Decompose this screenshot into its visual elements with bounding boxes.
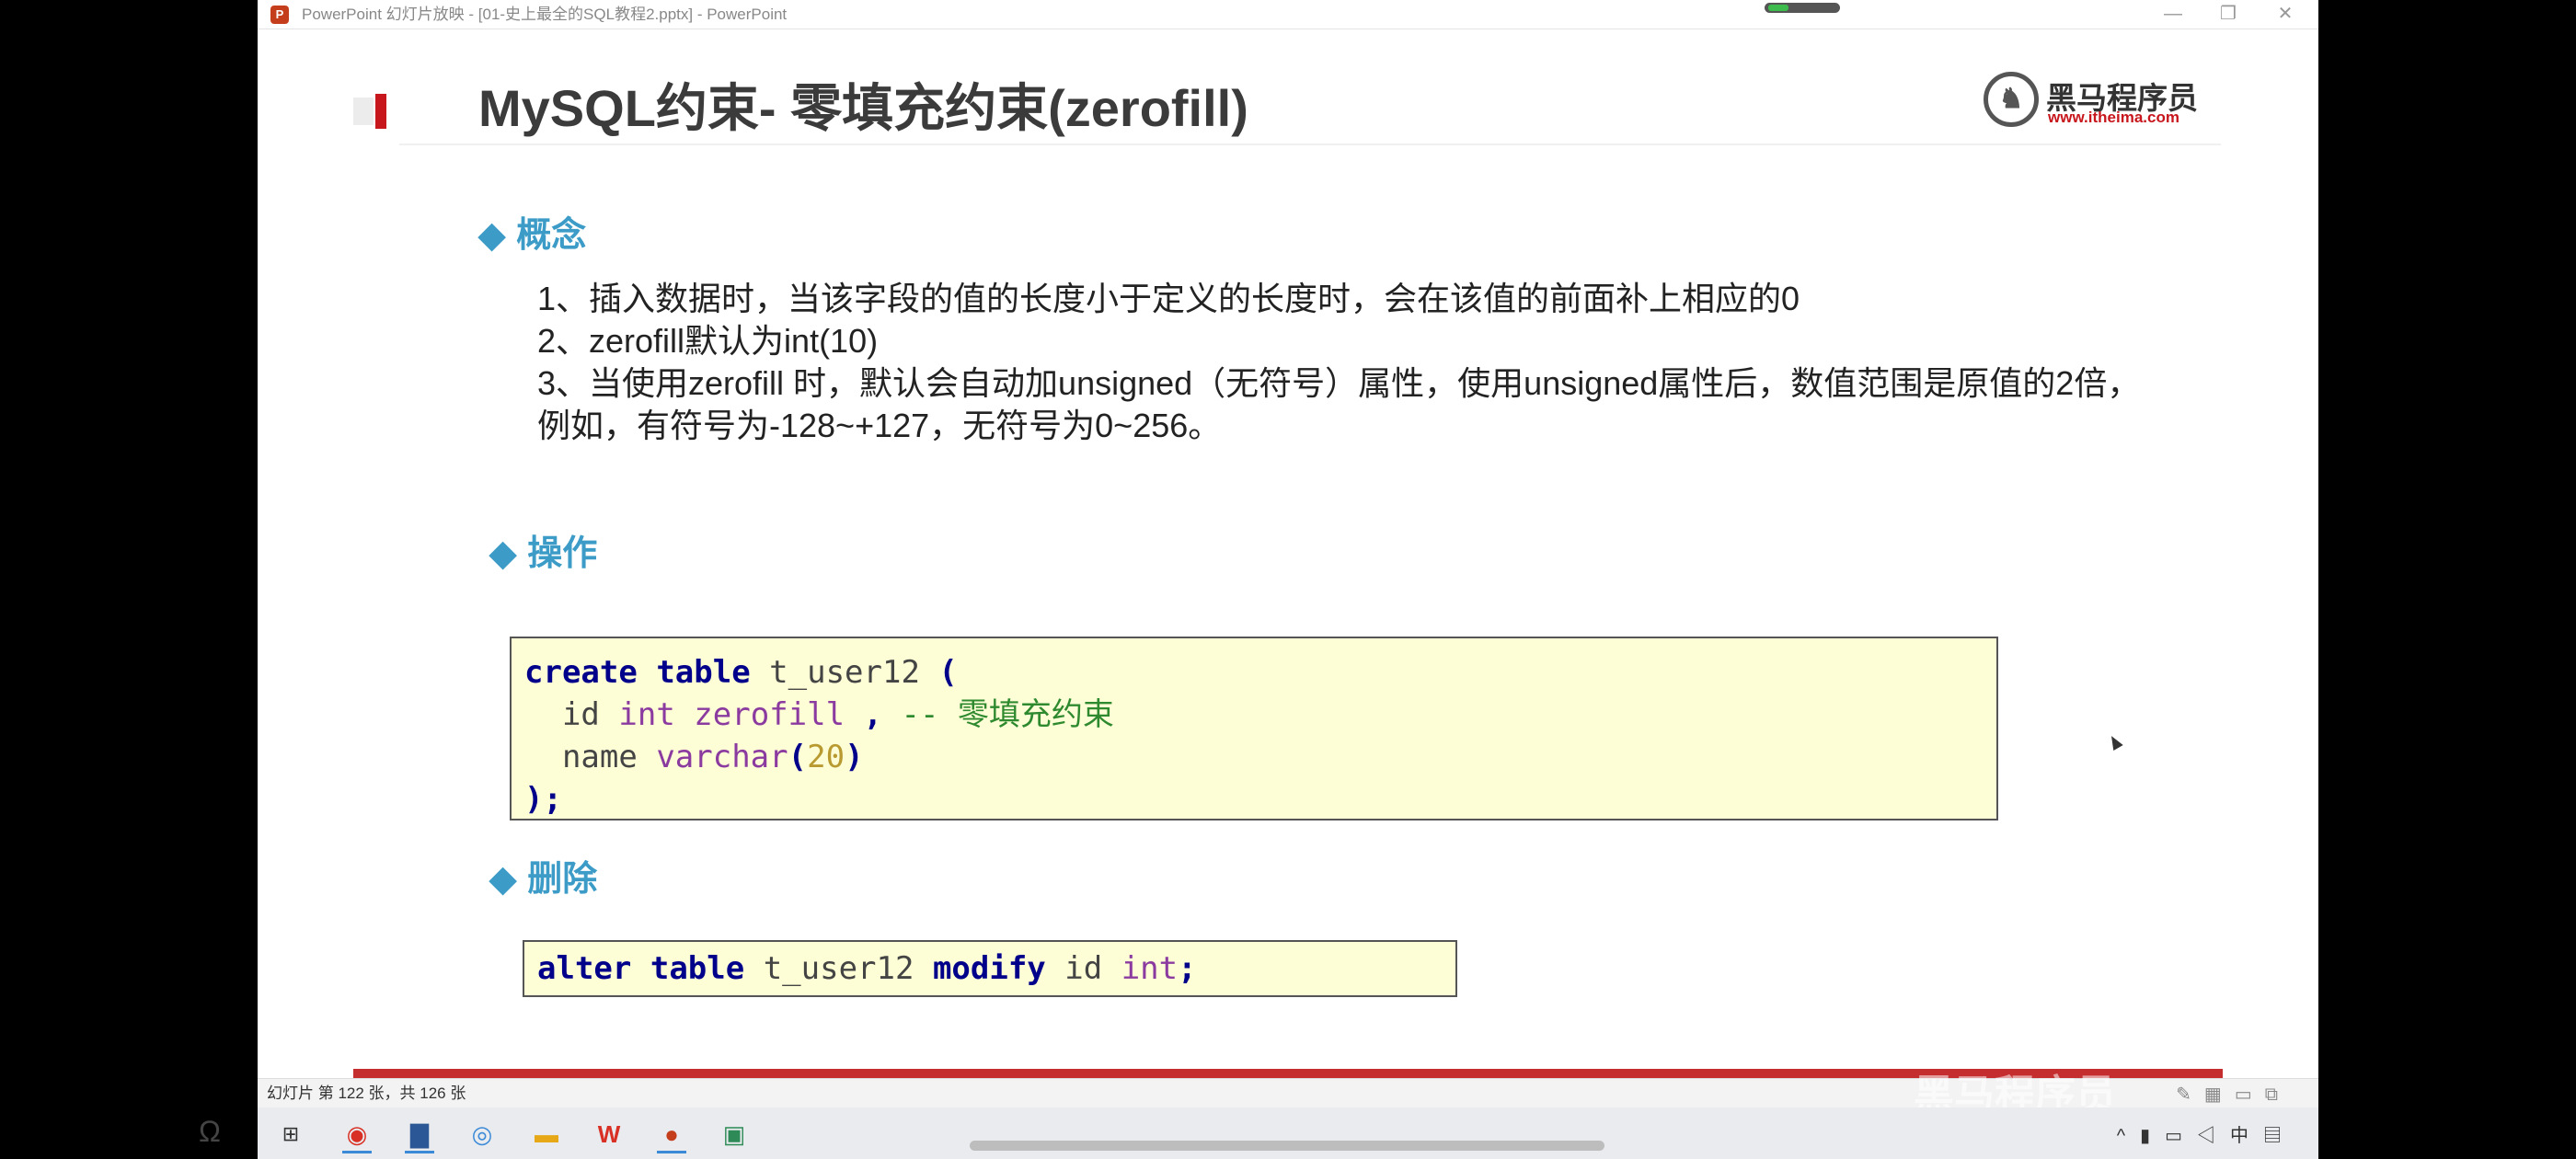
title-accent-red [375,94,386,129]
code-keyword: modify [932,950,1046,987]
section-concept-label: 概念 [516,216,587,255]
create-table-code-block: create table t_user12 ( id int zerofill … [510,637,1998,820]
taskbar: ⊞ ◉ ▇ ◎ ▬ W ● ▣ ^▮▭◁中▤ [258,1107,2318,1159]
code-punctuation: ( [788,739,808,775]
bullet-item: 1、插入数据时，当该字段的值的长度小于定义的长度时，会在该值的前面补上相应的0 [537,280,1800,317]
diamond-bullet-icon: ◆ [478,216,506,255]
code-keyword: alter [537,950,632,987]
code-identifier: id [561,696,600,733]
image-editor-icon[interactable]: ▣ [710,1113,758,1155]
slide-canvas: MySQL约束- 零填充约束(zerofill) ♞ 黑马程序员 www.ith… [353,29,2223,1078]
powerpoint-icon[interactable]: ● [648,1113,696,1155]
code-type: int [1121,950,1179,987]
code-punctuation: ) [845,739,864,775]
diamond-bullet-icon: ◆ [489,534,517,573]
wps-icon[interactable]: W [585,1113,633,1155]
code-punctuation: ); [524,781,562,818]
file-explorer-icon[interactable]: ▬ [523,1113,570,1155]
code-type: zerofill [694,696,845,733]
slide-counter: 幻灯片 第 122 张，共 126 张 [267,1084,466,1102]
input-method-icon[interactable]: 中 [2230,1126,2263,1146]
code-keyword: create [524,654,638,691]
code-line: ); [524,778,1984,820]
horizontal-scrollbar[interactable] [970,1141,1604,1151]
code-number: 20 [807,739,845,775]
grid-view-icon[interactable]: ▦ [2204,1084,2235,1105]
section-operation-label: 操作 [527,534,598,573]
code-keyword: table [650,950,745,987]
windows-start-icon[interactable]: ⊞ [267,1113,315,1155]
powerpoint-app-icon: P [270,6,289,24]
code-punctuation: ( [938,654,958,691]
section-delete-label: 删除 [527,860,598,899]
restore-button[interactable]: ❐ [2199,0,2258,29]
pen-icon[interactable]: ✎ [2176,1084,2204,1105]
chevron-up-icon[interactable]: ^ [2117,1126,2140,1146]
code-line: name varchar(20) [524,736,1984,778]
code-punctuation: ; [1178,950,1197,987]
restore-icon: ❐ [2220,4,2237,24]
horse-logo-icon: ♞ [1984,72,2039,127]
notification-icon[interactable]: ▤ [2263,1126,2296,1146]
section-concept: ◆ 概念 [478,212,586,259]
code-keyword: table [656,654,751,691]
code-identifier: t_user12 [763,950,914,987]
system-tray: ^▮▭◁中▤ [2117,1120,2296,1147]
code-type: int [618,696,675,733]
view-controls: ✎▦▭⧉ [2176,1083,2291,1106]
browser-icon[interactable]: ◎ [458,1113,506,1155]
word-icon[interactable]: ▇ [396,1113,443,1155]
code-line: id int zerofill , -- 零填充约束 [524,694,1984,736]
code-identifier: t_user12 [769,654,920,691]
bullet-item: 2、zerofill默认为int(10) [537,322,879,360]
code-line: create table t_user12 ( [524,651,1984,694]
battery-icon[interactable]: ▭ [2165,1126,2197,1146]
reading-view-icon[interactable]: ▭ [2235,1084,2265,1105]
slide-title: MySQL约束- 零填充约束(zerofill) [478,79,1248,137]
chrome-icon[interactable]: ◉ [333,1113,381,1155]
concept-bullets: 1、插入数据时，当该字段的值的长度小于定义的长度时，会在该值的前面补上相应的0 … [537,278,2156,447]
code-comment: -- 零填充约束 [901,696,1114,733]
close-button[interactable]: ✕ [2256,0,2315,29]
screen-icon[interactable]: ⧉ [2265,1084,2291,1105]
code-punctuation: , [863,696,883,733]
battery-indicator [1765,3,1840,13]
microphone-icon[interactable]: ▮ [2140,1126,2165,1146]
code-type: varchar [656,739,788,775]
code-identifier: name [561,739,638,775]
minimize-button[interactable]: — [2144,0,2202,29]
volume-icon[interactable]: ◁ [2197,1126,2230,1146]
window-title: PowerPoint 幻灯片放映 - [01-史上最全的SQL教程2.pptx]… [302,6,788,23]
close-icon: ✕ [2277,4,2294,24]
powerpoint-window: P PowerPoint 幻灯片放映 - [01-史上最全的SQL教程2.ppt… [258,0,2318,1159]
logo-url: www.itheima.com [2048,109,2179,126]
title-accent-grey [353,98,374,125]
section-operation: ◆ 操作 [489,530,597,578]
outside-watermark-glyph: Ω [199,1115,221,1148]
title-divider [399,143,2221,145]
code-identifier: id [1064,950,1103,987]
section-delete: ◆ 删除 [489,855,597,903]
minimize-icon: — [2164,4,2182,24]
alter-table-code-block: alter table t_user12 modify id int; [523,940,1457,997]
diamond-bullet-icon: ◆ [489,860,517,899]
title-bar: P PowerPoint 幻灯片放映 - [01-史上最全的SQL教程2.ppt… [258,0,2318,29]
bullet-item: 3、当使用zerofill 时，默认会自动加unsigned（无符号）属性，使用… [537,364,2141,444]
